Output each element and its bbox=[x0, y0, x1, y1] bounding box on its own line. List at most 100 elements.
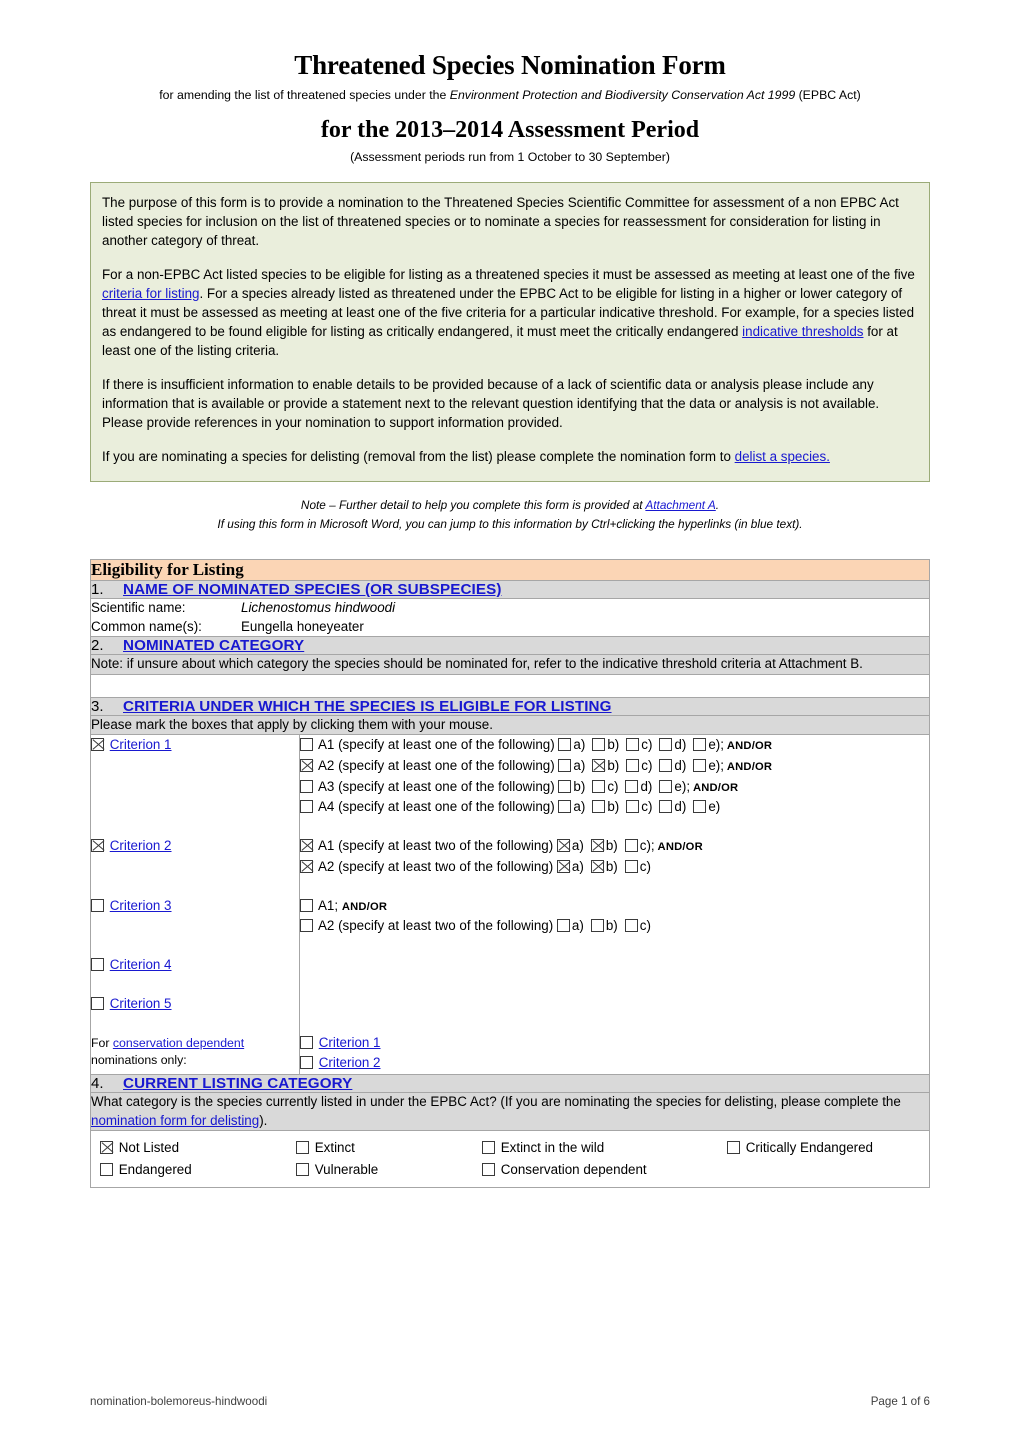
eligibility-band-row: Eligibility for Listing bbox=[90, 559, 930, 582]
option-checkbox[interactable] bbox=[558, 800, 572, 814]
criterion-checkbox[interactable] bbox=[91, 958, 104, 972]
category-option[interactable]: Conservation dependent bbox=[482, 1159, 727, 1180]
option-checkbox[interactable] bbox=[590, 859, 604, 873]
option-checkbox[interactable] bbox=[592, 738, 606, 752]
category-option[interactable]: Vulnerable bbox=[296, 1159, 482, 1180]
option-checkbox[interactable] bbox=[659, 779, 673, 793]
option-checkbox[interactable] bbox=[558, 738, 572, 752]
criterion-toggle[interactable]: Criterion 1 bbox=[91, 735, 299, 756]
criterion-label-cell: Criterion 5 bbox=[91, 993, 300, 1015]
option-checkbox[interactable] bbox=[626, 738, 640, 752]
option-checkbox[interactable] bbox=[624, 839, 638, 853]
option-checkbox[interactable] bbox=[624, 919, 638, 933]
category-checkbox[interactable] bbox=[296, 1141, 309, 1155]
criterion-toggle[interactable]: Criterion 3 bbox=[91, 896, 299, 917]
criterion-checkbox[interactable] bbox=[91, 996, 104, 1010]
cons-dep-option-checkbox[interactable] bbox=[300, 1056, 313, 1070]
option-checkbox[interactable] bbox=[659, 758, 673, 772]
category-checkbox[interactable] bbox=[482, 1162, 495, 1176]
criterion-subcriterion-line: A2 (specify at least two of the followin… bbox=[300, 857, 929, 878]
section-2-title-link[interactable]: NOMINATED CATEGORY bbox=[123, 637, 304, 654]
option-checkbox[interactable] bbox=[590, 919, 604, 933]
subcriterion-checkbox[interactable] bbox=[300, 800, 313, 814]
criterion-link[interactable]: Criterion 3 bbox=[110, 898, 172, 913]
category-option[interactable]: Extinct bbox=[296, 1137, 482, 1158]
section-3-heading-row: 3. CRITERIA UNDER WHICH THE SPECIES IS EL… bbox=[90, 696, 930, 716]
category-checkbox[interactable] bbox=[296, 1162, 309, 1176]
criterion-link[interactable]: Criterion 5 bbox=[110, 996, 172, 1011]
criterion-checkbox[interactable] bbox=[91, 738, 104, 752]
option-checkbox[interactable] bbox=[693, 738, 707, 752]
option-checkbox[interactable] bbox=[556, 919, 570, 933]
section-4-title-link[interactable]: CURRENT LISTING CATEGORY bbox=[123, 1075, 352, 1092]
category-label: Extinct bbox=[311, 1140, 355, 1156]
option-checkbox[interactable] bbox=[659, 800, 673, 814]
criterion-link[interactable]: Criterion 2 bbox=[110, 838, 172, 853]
category-checkbox[interactable] bbox=[100, 1141, 113, 1155]
category-label: Endangered bbox=[115, 1161, 192, 1177]
option-checkbox[interactable] bbox=[659, 738, 673, 752]
category-checkbox[interactable] bbox=[100, 1162, 113, 1176]
delist-species-link[interactable]: delist a species. bbox=[735, 449, 830, 464]
option-checkbox[interactable] bbox=[625, 779, 639, 793]
criterion-toggle[interactable]: Criterion 2 bbox=[91, 836, 299, 857]
criterion-toggle[interactable]: Criterion 5 bbox=[91, 994, 299, 1015]
option-checkbox[interactable] bbox=[626, 758, 640, 772]
subcriterion-checkbox[interactable] bbox=[300, 758, 313, 772]
cons-dep-option-link[interactable]: Criterion 2 bbox=[319, 1055, 381, 1070]
category-option[interactable]: Not Listed bbox=[100, 1137, 296, 1158]
and-or-label: AND/OR bbox=[690, 781, 739, 794]
footer-page-number: Page 1 of 6 bbox=[870, 1395, 930, 1408]
option-checkbox[interactable] bbox=[626, 800, 640, 814]
cons-dep-option-checkbox[interactable] bbox=[300, 1035, 313, 1049]
criterion-options-cell bbox=[300, 955, 930, 976]
option-checkbox[interactable] bbox=[556, 839, 570, 853]
criterion-checkbox[interactable] bbox=[91, 898, 104, 912]
subcriterion-checkbox[interactable] bbox=[300, 898, 313, 912]
document-subtitle: for amending the list of threatened spec… bbox=[90, 86, 930, 104]
section-1-title-link[interactable]: NAME OF NOMINATED SPECIES (OR SUBSPECIES… bbox=[123, 581, 501, 598]
criterion-toggle[interactable]: Criterion 4 bbox=[91, 955, 299, 976]
criterion-checkbox[interactable] bbox=[91, 839, 104, 853]
delisting-form-link[interactable]: nomination form for delisting bbox=[91, 1113, 259, 1128]
category-checkbox[interactable] bbox=[727, 1141, 740, 1155]
option-checkbox[interactable] bbox=[693, 758, 707, 772]
category-option[interactable]: Extinct in the wild bbox=[482, 1137, 727, 1158]
subcriterion-checkbox[interactable] bbox=[300, 859, 313, 873]
option-checkbox[interactable] bbox=[556, 859, 570, 873]
subcriterion-checkbox[interactable] bbox=[300, 919, 313, 933]
section-3-title-link[interactable]: CRITERIA UNDER WHICH THE SPECIES IS ELIG… bbox=[123, 698, 612, 715]
indicative-thresholds-link[interactable]: indicative thresholds bbox=[742, 324, 863, 339]
cons-dep-option-link[interactable]: Criterion 1 bbox=[319, 1035, 381, 1050]
act-name: Environment Protection and Biodiversity … bbox=[449, 87, 796, 102]
option-checkbox[interactable] bbox=[558, 758, 572, 772]
option-checkbox[interactable] bbox=[592, 800, 606, 814]
criteria-for-listing-link[interactable]: criteria for listing bbox=[102, 286, 199, 301]
subcriterion-checkbox[interactable] bbox=[300, 738, 313, 752]
criterion-row: Criterion 4 bbox=[91, 955, 929, 976]
category-checkbox[interactable] bbox=[482, 1141, 495, 1155]
option-checkbox[interactable] bbox=[693, 800, 707, 814]
conservation-dependent-link[interactable]: conservation dependent bbox=[113, 1036, 244, 1050]
attachment-a-link[interactable]: Attachment A bbox=[645, 498, 715, 512]
category-option[interactable]: Critically Endangered bbox=[727, 1137, 873, 1158]
option-checkbox[interactable] bbox=[592, 779, 606, 793]
option-checkbox[interactable] bbox=[558, 779, 572, 793]
criterion-options-cell: A1 (specify at least one of the followin… bbox=[300, 735, 930, 818]
current-listing-category-grid: Not Listed Endangered Extinct Vulnerable… bbox=[91, 1131, 929, 1187]
option-checkbox[interactable] bbox=[624, 859, 638, 873]
criterion-subcriterion-line: A1; AND/OR bbox=[300, 896, 929, 917]
option-label: c) bbox=[639, 858, 651, 874]
option-checkbox[interactable] bbox=[590, 839, 604, 853]
criterion-link[interactable]: Criterion 1 bbox=[110, 737, 172, 752]
eligibility-band: Eligibility for Listing bbox=[90, 559, 930, 582]
criterion-options-cell: A1 (specify at least two of the followin… bbox=[300, 836, 930, 878]
subcriterion-checkbox[interactable] bbox=[300, 779, 313, 793]
criterion-link[interactable]: Criterion 4 bbox=[110, 957, 172, 972]
subcriterion-checkbox[interactable] bbox=[300, 839, 313, 853]
conservation-dependent-option[interactable]: Criterion 1 bbox=[300, 1033, 929, 1054]
category-option[interactable]: Endangered bbox=[100, 1159, 296, 1180]
option-label: b) bbox=[605, 918, 618, 934]
option-checkbox[interactable] bbox=[592, 758, 606, 772]
conservation-dependent-option[interactable]: Criterion 2 bbox=[300, 1053, 929, 1074]
